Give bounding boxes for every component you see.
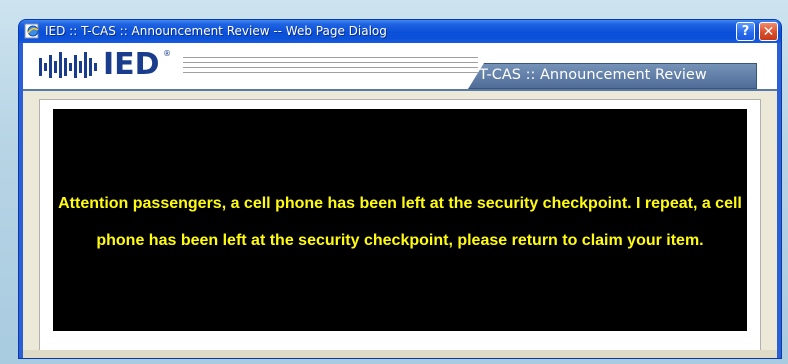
header-rule	[183, 72, 478, 73]
logo-text: IED	[103, 47, 160, 82]
help-icon: ?	[741, 24, 750, 39]
tab-label: T-CAS :: Announcement Review	[479, 67, 707, 83]
close-icon: ✕	[762, 23, 775, 40]
header-rule	[183, 57, 478, 58]
announcement-text: Attention passengers, a cell phone has b…	[58, 195, 742, 249]
close-button[interactable]: ✕	[759, 22, 778, 41]
header-rule	[183, 67, 478, 68]
ie-page-icon	[24, 23, 40, 39]
dialog-window: IED :: T-CAS :: Announcement Review -- W…	[19, 20, 781, 358]
logo-trademark: ®	[163, 49, 171, 58]
help-button[interactable]: ?	[736, 22, 755, 41]
page-header: IED ® T-CAS :: Announcement Review	[23, 43, 777, 89]
ied-logo: IED ®	[39, 47, 179, 82]
window-title: IED :: T-CAS :: Announcement Review -- W…	[45, 24, 387, 38]
announcement-display: Attention passengers, a cell phone has b…	[53, 109, 747, 331]
logo-bars-icon	[39, 52, 97, 78]
header-rule	[183, 62, 478, 63]
dialog-content: IED ® T-CAS :: Announcement Review Atten…	[23, 43, 777, 358]
announcement-panel: Attention passengers, a cell phone has b…	[39, 99, 761, 355]
title-bar[interactable]: IED :: T-CAS :: Announcement Review -- W…	[19, 20, 781, 43]
dialog-bottom-edge	[23, 350, 777, 358]
tab-announcement-review[interactable]: T-CAS :: Announcement Review	[468, 63, 757, 89]
tab-underline	[23, 89, 777, 91]
